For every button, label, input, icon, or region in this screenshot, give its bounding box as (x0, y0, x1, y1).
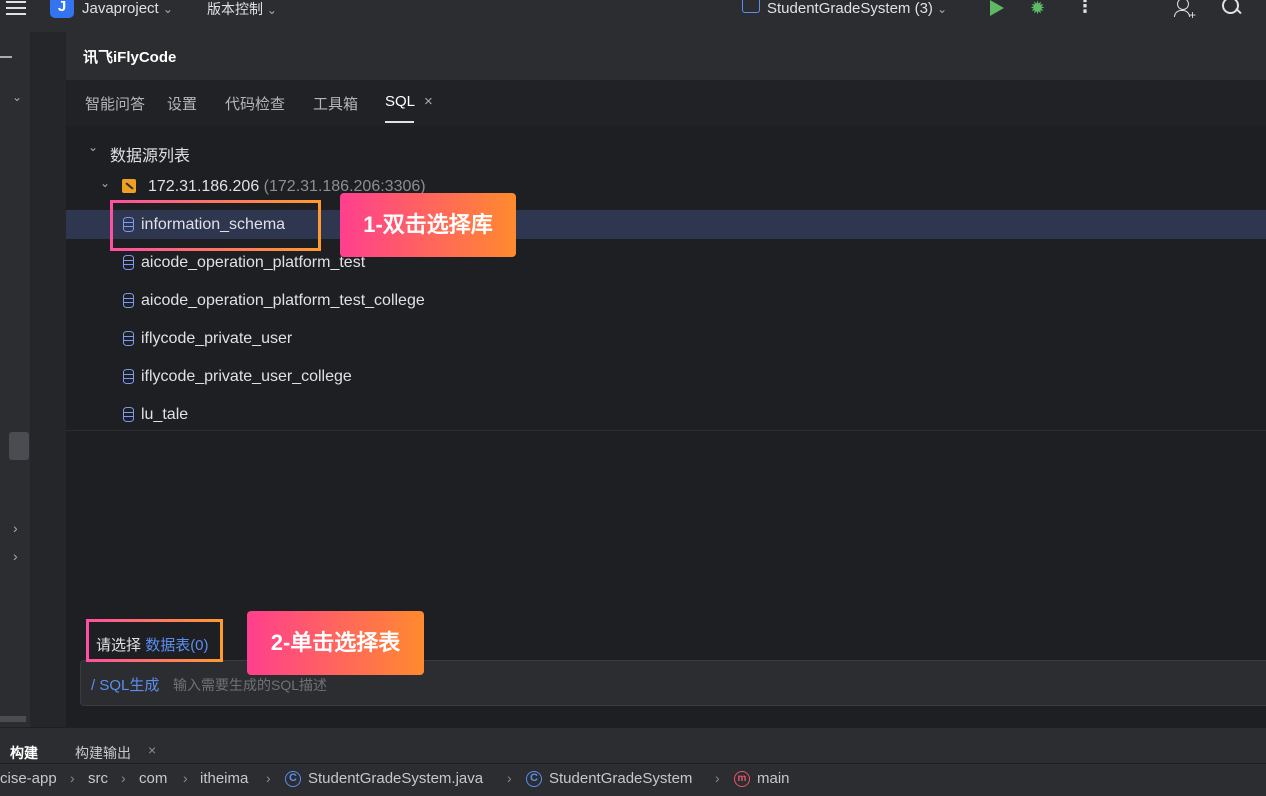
run-config-label: StudentGradeSystem (3) (767, 0, 933, 17)
vcs-label: 版本控制 (207, 1, 263, 17)
chevron-down-icon[interactable]: ⌄ (12, 90, 22, 104)
project-name-dropdown[interactable]: Javaproject ⌄ (82, 0, 173, 20)
callout-highlight-table (86, 619, 223, 662)
chevron-down-icon: ⌄ (162, 2, 173, 16)
close-tab-icon[interactable]: × (424, 93, 433, 110)
datasource-list-label: 数据源列表 (110, 148, 191, 165)
chevron-right-icon[interactable]: › (13, 520, 18, 536)
callout-step2: 2-单击选择表 (247, 611, 424, 675)
breadcrumb-separator-icon: › (266, 770, 271, 786)
breadcrumb-item[interactable]: StudentGradeSystem.java (308, 770, 483, 787)
left-tool-strip: ⌄ › › (0, 32, 30, 727)
collapse-icon[interactable] (0, 56, 12, 58)
chevron-down-icon[interactable]: ⌄ (100, 176, 110, 190)
tab-code-check[interactable]: 代码检查 (225, 93, 285, 114)
add-user-icon[interactable]: + (1174, 0, 1196, 22)
database-item[interactable]: lu_tale (141, 406, 188, 426)
breadcrumb-separator-icon: › (70, 770, 75, 786)
search-icon[interactable] (1222, 0, 1242, 17)
run-config-dropdown[interactable]: StudentGradeSystem (3) ⌄ (767, 0, 947, 20)
build-tool-window: 构建 构建输出 × (0, 727, 1266, 764)
tab-settings[interactable]: 设置 (167, 93, 197, 114)
database-item[interactable]: aicode_operation_platform_test (141, 254, 365, 272)
title-bar: J Javaproject ⌄ 版本控制 ⌄ StudentGradeSyste… (0, 0, 1266, 33)
chevron-down-icon: ⌄ (266, 3, 277, 17)
debug-icon[interactable]: ✹ (1030, 0, 1045, 19)
panel-title: 讯飞iFlyCode (83, 49, 177, 66)
chevron-down-icon: ⌄ (937, 2, 948, 16)
database-icon (123, 293, 134, 308)
build-tab[interactable]: 构建 (10, 743, 38, 763)
database-icon (123, 255, 134, 270)
tab-sql[interactable]: SQL (385, 93, 415, 110)
divider (0, 716, 26, 722)
database-item[interactable]: iflycode_private_user_college (141, 368, 352, 386)
chevron-right-icon[interactable]: › (13, 548, 18, 564)
run-config-icon (742, 0, 760, 13)
mysql-host-icon (122, 179, 136, 193)
breadcrumb-item[interactable]: src (88, 770, 108, 787)
breadcrumb-item[interactable]: cise-app (0, 770, 57, 787)
database-icon (123, 369, 134, 384)
callout-step1: 1-双击选择库 (340, 193, 516, 257)
breadcrumb-item[interactable]: StudentGradeSystem (549, 770, 692, 787)
active-tab-indicator (385, 121, 414, 123)
breadcrumb-item[interactable]: com (139, 770, 167, 787)
project-tree-gutter (30, 32, 67, 727)
host-label: 172.31.186.206 (148, 178, 260, 195)
database-icon (123, 331, 134, 346)
breadcrumb-item[interactable]: main (757, 770, 790, 787)
breadcrumb-separator-icon: › (507, 770, 512, 786)
database-item[interactable]: aicode_operation_platform_test_college (141, 292, 425, 310)
vcs-dropdown[interactable]: 版本控制 ⌄ (207, 0, 277, 20)
project-name: Javaproject (82, 0, 159, 17)
breadcrumb-item[interactable]: itheima (200, 770, 248, 787)
breadcrumb-separator-icon: › (183, 770, 188, 786)
breadcrumb-separator-icon: › (121, 770, 126, 786)
database-item[interactable]: iflycode_private_user (141, 330, 292, 348)
scrollbar-thumb[interactable] (9, 432, 29, 460)
class-icon: C (526, 771, 542, 787)
project-badge[interactable]: J (50, 0, 74, 18)
more-options-icon[interactable]: ⋮ (1076, 0, 1094, 17)
class-icon: C (285, 771, 301, 787)
build-output-tab[interactable]: 构建输出 (75, 743, 131, 763)
breadcrumb-separator-icon: › (715, 770, 720, 786)
callout-highlight-database (110, 200, 321, 251)
input-placeholder: 输入需要生成的SQL描述 (173, 677, 328, 693)
sql-command-tag: / SQL生成 (91, 677, 160, 694)
method-icon: m (734, 771, 750, 787)
close-tab-icon[interactable]: × (148, 742, 156, 758)
database-icon (123, 407, 134, 422)
tab-toolbox[interactable]: 工具箱 (313, 93, 358, 114)
main-menu-icon[interactable] (6, 0, 26, 16)
tab-smart-qa[interactable]: 智能问答 (85, 93, 145, 114)
chevron-down-icon[interactable]: ⌄ (88, 140, 98, 154)
run-icon[interactable] (990, 0, 1004, 16)
panel-header: 讯飞iFlyCode (66, 32, 1266, 80)
